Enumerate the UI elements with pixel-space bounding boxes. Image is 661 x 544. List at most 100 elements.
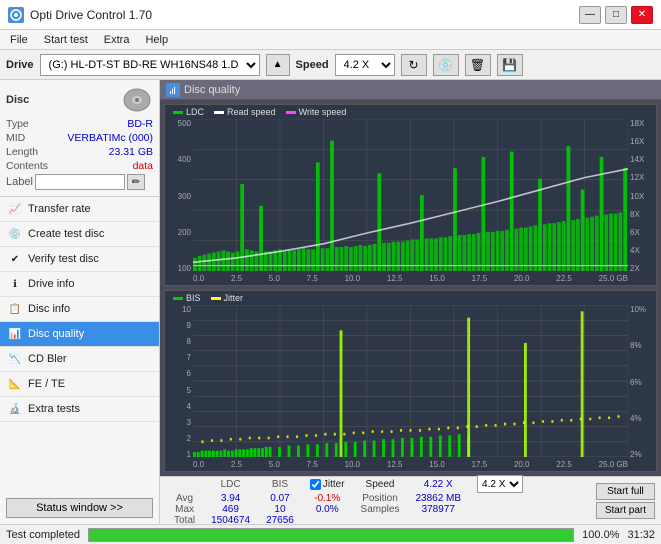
chart-ldc: LDC Read speed Write speed 500 400 300 (164, 104, 657, 286)
max-ldc: 469 (203, 504, 258, 515)
chart1-y-right: 18X 16X 14X 12X 10X 8X 6X 4X 2X (628, 105, 656, 285)
drive-label: Drive (6, 59, 34, 71)
disc-icon (121, 86, 153, 114)
eject-button[interactable]: ▲ (266, 54, 290, 76)
legend-write-speed: Write speed (286, 107, 347, 117)
max-bis: 10 (258, 504, 302, 515)
transfer-rate-icon: 📈 (8, 202, 22, 216)
disc-button[interactable]: 💿 (433, 54, 459, 76)
type-label: Type (6, 118, 29, 130)
cd-bler-icon: 📉 (8, 352, 22, 366)
start-full-button[interactable]: Start full (596, 483, 655, 500)
extra-tests-icon: 🔬 (8, 402, 22, 416)
contents-label: Contents (6, 160, 48, 172)
sidebar-item-disc-info[interactable]: 📋 Disc info (0, 297, 159, 322)
sidebar-item-verify-test-disc[interactable]: ✔ Verify test disc (0, 247, 159, 272)
app-title: Opti Drive Control 1.70 (30, 8, 152, 22)
contents-row: Contents data (6, 160, 153, 172)
speed-select[interactable]: 4.2 X (335, 54, 395, 76)
sidebar-label-disc-quality: Disc quality (28, 328, 84, 340)
chart2-y-left: 10 9 8 7 6 5 4 3 2 1 (165, 291, 193, 471)
total-bis: 27656 (258, 515, 302, 524)
length-value: 23.31 GB (109, 146, 153, 158)
legend-read-speed-dot (214, 111, 224, 114)
position-label: Position (353, 493, 408, 504)
action-buttons: Start full Start part (596, 483, 655, 519)
legend-read-speed: Read speed (214, 107, 276, 117)
sidebar-label-drive-info: Drive info (28, 278, 74, 290)
progress-bar-container: Test completed 100.0% 31:32 (0, 524, 661, 544)
verify-test-disc-icon: ✔ (8, 252, 22, 266)
sidebar-item-disc-quality[interactable]: 📊 Disc quality (0, 322, 159, 347)
menu-extra[interactable]: Extra (98, 33, 136, 47)
label-label: Label (6, 176, 33, 188)
legend-ldc-dot (173, 111, 183, 114)
sidebar-item-transfer-rate[interactable]: 📈 Transfer rate (0, 197, 159, 222)
label-edit-button[interactable]: ✏ (127, 174, 145, 190)
length-label: Length (6, 146, 38, 158)
chart-bis: BIS Jitter 10 9 8 7 6 5 4 3 2 (164, 290, 657, 472)
length-row: Length 23.31 GB (6, 146, 153, 158)
sidebar-label-extra-tests: Extra tests (28, 403, 80, 415)
col-ldc: LDC (203, 475, 258, 493)
chart-area: LDC Read speed Write speed 500 400 300 (160, 100, 661, 476)
label-input[interactable] (35, 174, 125, 190)
disc-section-title: Disc (6, 94, 29, 106)
sidebar-item-cd-bler[interactable]: 📉 CD Bler (0, 347, 159, 372)
sidebar-label-disc-info: Disc info (28, 303, 70, 315)
content-area: Disc quality LDC Read speed Wri (160, 80, 661, 524)
samples-val: 378977 (407, 504, 469, 515)
start-part-button[interactable]: Start part (596, 502, 655, 519)
samples-label: Samples (353, 504, 408, 515)
sidebar-item-extra-tests[interactable]: 🔬 Extra tests (0, 397, 159, 422)
progress-track (88, 528, 574, 542)
total-label: Total (166, 515, 203, 524)
refresh-button[interactable]: ↻ (401, 54, 427, 76)
minimize-button[interactable]: — (579, 6, 601, 24)
drive-select[interactable]: (G:) HL-DT-ST BD-RE WH16NS48 1.D3 (40, 54, 260, 76)
legend-ldc: LDC (173, 107, 204, 117)
avg-ldc: 3.94 (203, 493, 258, 504)
speed-dropdown[interactable]: 4.2 X (477, 475, 523, 493)
disc-quality-icon: 📊 (8, 327, 22, 341)
avg-label: Avg (166, 493, 203, 504)
disc-quality-header: Disc quality (160, 80, 661, 100)
type-row: Type BD-R (6, 118, 153, 130)
col-speed-val: 4.22 X (407, 475, 469, 493)
create-test-disc-icon: 💿 (8, 227, 22, 241)
legend-bis-dot (173, 297, 183, 300)
title-bar-left: Opti Drive Control 1.70 (8, 7, 152, 23)
fe-te-icon: 📐 (8, 377, 22, 391)
avg-row: Avg 3.94 0.07 -0.1% Position 23862 MB (166, 493, 531, 504)
legend-bis: BIS (173, 293, 201, 303)
sidebar: Disc Type BD-R MID VERBATIMc (000) Leng (0, 80, 160, 524)
menu-help[interactable]: Help (139, 33, 174, 47)
close-button[interactable]: ✕ (631, 6, 653, 24)
save-button[interactable]: 💾 (497, 54, 523, 76)
menu-file[interactable]: File (4, 33, 34, 47)
sidebar-item-drive-info[interactable]: ℹ Drive info (0, 272, 159, 297)
progress-fill (89, 529, 573, 541)
chart1-x-labels: 0.0 2.5 5.0 7.5 10.0 12.5 15.0 17.5 20.0… (193, 274, 628, 283)
maximize-button[interactable]: □ (605, 6, 627, 24)
legend-write-speed-dot (286, 111, 296, 114)
status-window-button[interactable]: Status window >> (6, 498, 153, 518)
col-jitter-check: Jitter (302, 475, 353, 493)
progress-percent: 100.0% (582, 529, 619, 541)
speed-label: Speed (296, 59, 329, 71)
stats-table: LDC BIS Jitter Speed 4.22 X (166, 475, 588, 524)
title-bar: Opti Drive Control 1.70 — □ ✕ (0, 0, 661, 30)
sidebar-item-fe-te[interactable]: 📐 FE / TE (0, 372, 159, 397)
jitter-checkbox[interactable] (310, 479, 321, 490)
sidebar-item-create-test-disc[interactable]: 💿 Create test disc (0, 222, 159, 247)
col-bis: BIS (258, 475, 302, 493)
legend-jitter: Jitter (211, 293, 244, 303)
sidebar-label-create-test-disc: Create test disc (28, 228, 104, 240)
max-label: Max (166, 504, 203, 515)
progress-time: 31:32 (627, 529, 655, 541)
sidebar-label-verify-test-disc: Verify test disc (28, 253, 99, 265)
erase-button[interactable]: 🗑 (465, 54, 491, 76)
chart2-x-labels: 0.0 2.5 5.0 7.5 10.0 12.5 15.0 17.5 20.0… (193, 460, 628, 469)
col-speed-select[interactable]: 4.2 X (469, 475, 531, 493)
menu-start-test[interactable]: Start test (38, 33, 94, 47)
